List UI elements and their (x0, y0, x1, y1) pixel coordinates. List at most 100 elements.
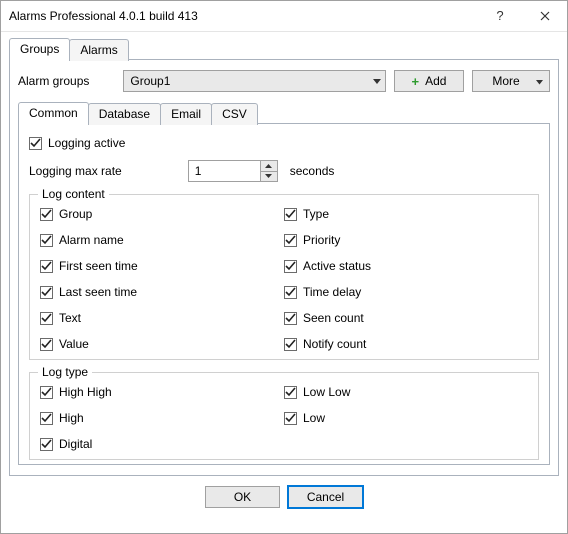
log-type-legend: Log type (38, 365, 92, 379)
chk-type[interactable]: Type (284, 207, 528, 221)
checkbox-icon (284, 412, 297, 425)
chk-label: Alarm name (59, 233, 124, 247)
log-type-group: Log type High High High Digital Low Low (29, 372, 539, 460)
log-content-columns: Group Alarm name First seen time Last se… (40, 205, 528, 353)
checkbox-icon (40, 338, 53, 351)
chk-label: Low Low (303, 385, 350, 399)
tab-alarms[interactable]: Alarms (69, 39, 128, 61)
chk-label: Low (303, 411, 325, 425)
logging-max-rate-unit: seconds (290, 164, 335, 178)
logging-max-rate-input[interactable]: 1 (188, 160, 278, 182)
tab-database[interactable]: Database (88, 103, 161, 125)
cancel-button[interactable]: Cancel (288, 486, 363, 508)
dialog-buttons: OK Cancel (9, 476, 559, 508)
chk-label: Notify count (303, 337, 366, 351)
common-section: Logging active Logging max rate 1 (29, 136, 539, 460)
outer-tabpanel: Alarm groups Group1 + Add More (9, 59, 559, 476)
checkbox-icon (40, 208, 53, 221)
add-button-label: Add (425, 74, 446, 88)
client-area: Groups Alarms Alarm groups Group1 + Add (1, 32, 567, 533)
checkbox-icon (284, 312, 297, 325)
chk-seen-count[interactable]: Seen count (284, 311, 528, 325)
checkbox-icon (29, 137, 42, 150)
chk-label: First seen time (59, 259, 138, 273)
logging-max-rate-row: Logging max rate 1 seconds (29, 160, 539, 182)
chk-notify-count[interactable]: Notify count (284, 337, 528, 351)
chk-label: Digital (59, 437, 92, 451)
chk-label: Time delay (303, 285, 361, 299)
logging-active-checkbox[interactable]: Logging active (29, 136, 539, 150)
outer-tabstrip: Groups Alarms (9, 38, 559, 60)
alarm-groups-select[interactable]: Group1 (123, 70, 386, 92)
plus-icon: + (412, 75, 420, 88)
checkbox-icon (40, 260, 53, 273)
cancel-button-label: Cancel (307, 490, 344, 504)
spinner-up-button[interactable] (261, 161, 277, 172)
chk-text[interactable]: Text (40, 311, 284, 325)
logging-active-label: Logging active (48, 136, 125, 150)
chk-priority[interactable]: Priority (284, 233, 528, 247)
chk-label: High (59, 411, 84, 425)
log-type-left-col: High High High Digital (40, 383, 284, 453)
tab-csv[interactable]: CSV (211, 103, 258, 125)
checkbox-icon (284, 260, 297, 273)
outer-tabs: Groups Alarms Alarm groups Group1 + Add (9, 38, 559, 476)
ok-button[interactable]: OK (205, 486, 280, 508)
log-content-group: Log content Group Alarm name First seen … (29, 194, 539, 360)
tab-common[interactable]: Common (18, 102, 89, 124)
chk-first-seen-time[interactable]: First seen time (40, 259, 284, 273)
chk-label: Active status (303, 259, 371, 273)
checkbox-icon (40, 386, 53, 399)
chk-label: Text (59, 311, 81, 325)
chk-label: Group (59, 207, 92, 221)
tab-email[interactable]: Email (160, 103, 212, 125)
inner-tabs: Common Database Email CSV Logging active (18, 102, 550, 465)
log-content-left-col: Group Alarm name First seen time Last se… (40, 205, 284, 353)
checkbox-icon (284, 234, 297, 247)
checkbox-icon (284, 338, 297, 351)
titlebar: Alarms Professional 4.0.1 build 413 ? (1, 1, 567, 32)
spinner-down-button[interactable] (261, 172, 277, 182)
log-type-right-col: Low Low Low (284, 383, 528, 453)
chk-digital[interactable]: Digital (40, 437, 284, 451)
checkbox-icon (40, 286, 53, 299)
chk-low[interactable]: Low (284, 411, 528, 425)
close-button[interactable] (522, 1, 567, 31)
chk-label: High High (59, 385, 112, 399)
more-button[interactable]: More (472, 70, 550, 92)
chk-last-seen-time[interactable]: Last seen time (40, 285, 284, 299)
checkbox-icon (40, 312, 53, 325)
chk-label: Value (59, 337, 89, 351)
chk-low-low[interactable]: Low Low (284, 385, 528, 399)
checkbox-icon (40, 412, 53, 425)
alarm-groups-label: Alarm groups (18, 74, 89, 88)
checkbox-icon (40, 234, 53, 247)
chk-alarm-name[interactable]: Alarm name (40, 233, 284, 247)
chk-label: Type (303, 207, 329, 221)
chk-high[interactable]: High (40, 411, 284, 425)
chk-label: Priority (303, 233, 340, 247)
inner-tabstrip: Common Database Email CSV (18, 102, 550, 124)
dialog-window: Alarms Professional 4.0.1 build 413 ? Gr… (0, 0, 568, 534)
alarm-groups-selected: Group1 (130, 74, 170, 88)
more-button-label: More (492, 74, 519, 88)
chk-value[interactable]: Value (40, 337, 284, 351)
chk-group[interactable]: Group (40, 207, 284, 221)
chk-label: Seen count (303, 311, 364, 325)
chk-active-status[interactable]: Active status (284, 259, 528, 273)
add-button[interactable]: + Add (394, 70, 464, 92)
chk-time-delay[interactable]: Time delay (284, 285, 528, 299)
tab-groups[interactable]: Groups (9, 38, 70, 60)
alarm-groups-row: Alarm groups Group1 + Add More (18, 70, 550, 92)
chk-high-high[interactable]: High High (40, 385, 284, 399)
checkbox-icon (284, 386, 297, 399)
help-button[interactable]: ? (477, 1, 522, 31)
logging-max-rate-label: Logging max rate (29, 164, 122, 178)
window-title: Alarms Professional 4.0.1 build 413 (9, 9, 477, 23)
log-type-columns: High High High Digital Low Low Low (40, 383, 528, 453)
svg-text:?: ? (496, 9, 503, 23)
log-content-right-col: Type Priority Active status Time delay S… (284, 205, 528, 353)
chevron-down-icon (373, 74, 381, 88)
checkbox-icon (284, 286, 297, 299)
chk-label: Last seen time (59, 285, 137, 299)
